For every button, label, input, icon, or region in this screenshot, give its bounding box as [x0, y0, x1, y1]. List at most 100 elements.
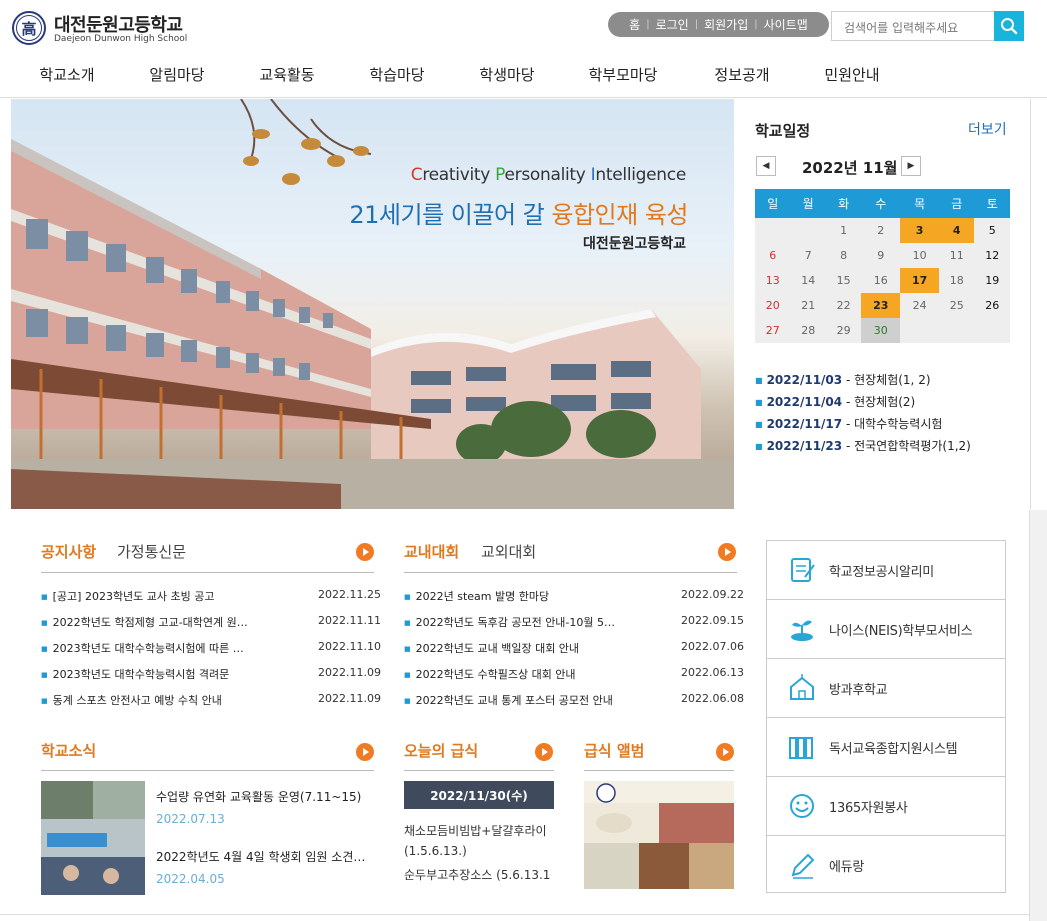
- gnb-item-parents[interactable]: 학부모마당: [568, 64, 678, 85]
- calendar-day[interactable]: 5: [974, 218, 1010, 243]
- calendar-day[interactable]: 20: [755, 293, 790, 318]
- list-item[interactable]: ■ 2022학년도 독후감 공모전 안내-10월 5…: [404, 614, 615, 630]
- meal-title[interactable]: 오늘의 급식: [404, 740, 478, 761]
- calendar-day[interactable]: 13: [755, 268, 790, 293]
- calendar-day[interactable]: 28: [790, 318, 825, 343]
- util-join-link[interactable]: 회원가입: [704, 16, 748, 33]
- calendar-event[interactable]: ■ 2022/11/04 - 현장체험(2): [755, 393, 915, 410]
- list-item[interactable]: ■ 2023학년도 대학수학능력시험에 따른 …: [41, 640, 244, 656]
- list-item[interactable]: ■ 2022학년도 수학필즈상 대회 안내: [404, 666, 576, 682]
- calendar-day[interactable]: 2: [861, 218, 900, 243]
- gnb-item-civil[interactable]: 민원안내: [797, 64, 907, 85]
- meal-album-photo[interactable]: [584, 781, 734, 889]
- gnb-item-disclosure[interactable]: 정보공개: [687, 64, 797, 85]
- calendar-event-date: 2022/11/03: [766, 373, 843, 387]
- calendar-day[interactable]: 3: [900, 218, 939, 243]
- list-item[interactable]: ■ 동계 스포츠 안전사고 예방 수칙 안내: [41, 692, 222, 708]
- gnb-item-study[interactable]: 학습마당: [342, 64, 452, 85]
- quick-link-volunteer[interactable]: 1365자원봉사: [767, 777, 1005, 836]
- calendar-day[interactable]: 19: [974, 268, 1010, 293]
- tab-newsletter[interactable]: 가정통신문: [117, 541, 186, 562]
- calendar-day[interactable]: 10: [900, 243, 939, 268]
- notice-more-button[interactable]: [356, 543, 374, 561]
- calendar-day[interactable]: 1: [826, 218, 861, 243]
- list-item[interactable]: ■ 2022년 steam 발명 한마당: [404, 588, 549, 604]
- tab-school-contest[interactable]: 교내대회: [404, 541, 459, 562]
- quick-link-reading[interactable]: 독서교육종합지원시스템: [767, 718, 1005, 777]
- quick-links-panel: 학교정보공시알리미 나이스(NEIS)학부모서비스 방과후학교 독서교육종합지원…: [766, 540, 1006, 893]
- calendar-day[interactable]: 18: [939, 268, 974, 293]
- calendar-weekday: 일: [755, 189, 791, 218]
- school-logo[interactable]: 高: [12, 11, 46, 45]
- calendar-week: 20 21 22 23 24 25 26: [755, 293, 1010, 318]
- album-more-button[interactable]: [716, 743, 734, 761]
- gnb-item-education[interactable]: 교육활동: [232, 64, 342, 85]
- album-title[interactable]: 급식 앨범: [584, 740, 644, 761]
- calendar-day[interactable]: 15: [826, 268, 861, 293]
- gnb-item-school-intro[interactable]: 학교소개: [12, 64, 122, 85]
- contest-more-button[interactable]: [718, 543, 736, 561]
- util-sitemap-link[interactable]: 사이트맵: [764, 16, 808, 33]
- list-item[interactable]: ■ 2022학년도 학점제형 고교-대학연계 원…: [41, 614, 248, 630]
- calendar-day[interactable]: 11: [939, 243, 974, 268]
- calendar-day[interactable]: 29: [826, 318, 861, 343]
- calendar-event[interactable]: ■ 2022/11/23 - 전국연합학력평가(1,2): [755, 437, 971, 454]
- calendar-day[interactable]: 7: [790, 243, 825, 268]
- calendar-event[interactable]: ■ 2022/11/17 - 대학수학능력시험: [755, 415, 942, 432]
- news-thumbnail[interactable]: [41, 781, 145, 895]
- list-item-date: 2022.09.15: [681, 614, 744, 627]
- list-item[interactable]: ■ 2023학년도 대학수학능력시험 격려문: [41, 666, 229, 682]
- calendar-day[interactable]: 16: [861, 268, 900, 293]
- calendar-event[interactable]: ■ 2022/11/03 - 현장체험(1, 2): [755, 371, 931, 388]
- calendar-day[interactable]: 24: [900, 293, 939, 318]
- calendar-day[interactable]: 30: [861, 318, 901, 343]
- tab-notice[interactable]: 공지사항: [41, 541, 96, 562]
- list-item-title: 2022학년도 독후감 공모전 안내-10월 5…: [415, 616, 616, 629]
- calendar-more-link[interactable]: 더보기: [968, 119, 1007, 139]
- list-item[interactable]: ■ 2022학년도 교내 백일장 대회 안내: [404, 640, 579, 656]
- calendar-weekday: 목: [900, 189, 939, 218]
- quick-link-after-school[interactable]: 방과후학교: [767, 659, 1005, 718]
- calendar-day[interactable]: 22: [826, 293, 861, 318]
- meal-more-button[interactable]: [535, 743, 553, 761]
- calendar-day[interactable]: 14: [790, 268, 825, 293]
- list-item-title: 2023학년도 대학수학능력시험에 따른 …: [52, 642, 244, 655]
- search-button[interactable]: [994, 11, 1024, 41]
- calendar-day[interactable]: 4: [939, 218, 975, 243]
- calendar-event-text: - 현장체험(2): [842, 395, 916, 409]
- news-title[interactable]: 학교소식: [41, 740, 96, 761]
- util-home-link[interactable]: 홈: [629, 16, 640, 33]
- news-item-title[interactable]: 2022학년도 4월 4일 학생회 임원 소견…: [156, 848, 365, 865]
- gnb-item-students[interactable]: 학생마당: [452, 64, 562, 85]
- calendar-day[interactable]: 25: [939, 293, 974, 318]
- list-item-title: 2022년 steam 발명 한마당: [415, 590, 550, 603]
- quick-link-eduring[interactable]: 에듀랑: [767, 836, 1005, 895]
- list-item[interactable]: ■ 2022학년도 교내 통계 포스터 공모전 안내: [404, 692, 613, 708]
- calendar-day[interactable]: 6: [755, 243, 790, 268]
- banner-letter-c: C: [410, 165, 423, 185]
- list-item-title: 2022학년도 수학필즈상 대회 안내: [415, 668, 576, 681]
- util-login-link[interactable]: 로그인: [656, 16, 689, 33]
- news-more-button[interactable]: [356, 743, 374, 761]
- search-input[interactable]: 검색어를 입력해주세요: [831, 11, 994, 41]
- calendar-day[interactable]: 23: [861, 293, 901, 318]
- quick-link-neis[interactable]: 나이스(NEIS)학부모서비스: [767, 600, 1005, 659]
- tab-external-contest[interactable]: 교외대회: [481, 541, 536, 562]
- calendar-day[interactable]: 8: [826, 243, 861, 268]
- calendar-day[interactable]: 12: [974, 243, 1010, 268]
- calendar-next-button[interactable]: ▶: [901, 156, 921, 176]
- news-item-title[interactable]: 수업량 유연화 교육활동 운영(7.11~15): [156, 788, 361, 805]
- calendar-day[interactable]: 21: [790, 293, 825, 318]
- bullet-icon: ■: [755, 376, 763, 385]
- divider: [0, 914, 1030, 915]
- list-item-title: 2023학년도 대학수학능력시험 격려문: [52, 668, 230, 681]
- calendar-day[interactable]: 9: [861, 243, 900, 268]
- calendar-day[interactable]: 17: [900, 268, 939, 293]
- calendar-day[interactable]: 27: [755, 318, 790, 343]
- calendar-prev-button[interactable]: ◀: [756, 156, 776, 176]
- quick-link-school-info[interactable]: 학교정보공시알리미: [767, 541, 1005, 600]
- calendar-day[interactable]: 26: [974, 293, 1010, 318]
- list-item[interactable]: ■ [공고] 2023학년도 교사 초빙 공고: [41, 588, 215, 604]
- gnb-item-notices[interactable]: 알림마당: [122, 64, 232, 85]
- calendar-event-date: 2022/11/17: [766, 417, 843, 431]
